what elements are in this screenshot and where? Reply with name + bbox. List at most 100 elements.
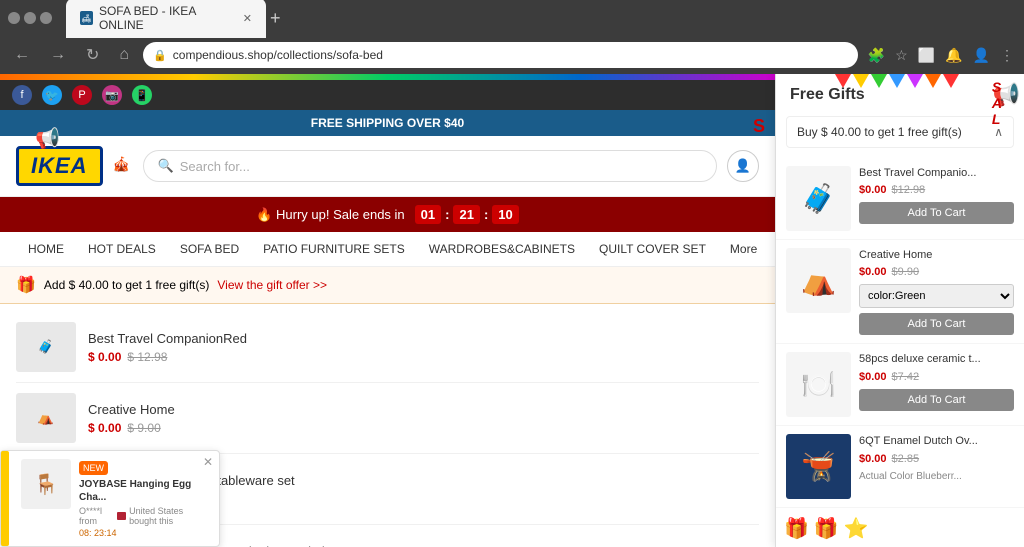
chevron-up-icon[interactable]: ∧ — [994, 125, 1003, 139]
list-item: 🧳 Best Travel CompanionRed $ 0.00 $ 12.9… — [16, 312, 759, 383]
nav-quilt[interactable]: QUILT COVER SET — [587, 232, 718, 266]
free-gifts-panel: 📢 SALE Free Gifts Buy $ 40.00 to get 1 f… — [775, 74, 1024, 547]
add-to-cart-button-1[interactable]: Add To Cart — [859, 202, 1014, 224]
forward-button[interactable]: → — [44, 44, 72, 66]
pinterest-icon[interactable]: P — [72, 85, 92, 105]
notif-close-button[interactable]: ✕ — [203, 455, 213, 469]
bottom-gift-icon-1: 🎁 — [784, 516, 809, 541]
gift-item-3: 🍽️ 58pcs deluxe ceramic t... $0.00 $7.42… — [776, 344, 1024, 426]
notif-country-text: United States bought this — [129, 506, 209, 526]
bookmark-icon[interactable]: ☆ — [893, 45, 910, 66]
refresh-button[interactable]: ↻ — [80, 43, 105, 67]
search-bar[interactable]: 🔍 Search for... — [143, 150, 717, 182]
list-item: ⛺ Creative Home $ 0.00 $ 9.00 — [16, 383, 759, 454]
purchase-notification: 🪑 NEW JOYBASE Hanging Egg Cha... O****l … — [0, 450, 220, 547]
gift-price-2: $0.00 $9.90 — [859, 266, 1014, 278]
gift-thumb-4: 🫕 — [786, 434, 851, 499]
gift-price-old-1: $12.98 — [892, 184, 926, 196]
notif-detail: O****l from United States bought this — [79, 506, 209, 526]
back-button[interactable]: ← — [8, 44, 36, 66]
gift-item-1: 🧳 Best Travel Companio... $0.00 $12.98 A… — [776, 158, 1024, 240]
price-new-2: $ 0.00 — [88, 421, 121, 435]
confetti-left-icon: 🎪 — [113, 156, 133, 176]
minimize-button[interactable] — [8, 12, 20, 24]
profile-icon[interactable]: 👤 — [971, 45, 992, 66]
promo-bar: FREE SHIPPING OVER $40 — [0, 110, 775, 136]
luggage-gift-icon: 🧳 — [801, 182, 836, 215]
product-price-1: $ 0.00 $ 12.98 — [88, 350, 759, 364]
nav-wardrobes[interactable]: WARDROBES&CABINETS — [417, 232, 587, 266]
panel-title-text: Free Gifts — [790, 86, 865, 103]
facebook-icon[interactable]: f — [12, 85, 32, 105]
home-button[interactable]: ⌂ — [113, 44, 135, 66]
instagram-icon[interactable]: 📷 — [102, 85, 122, 105]
gift-price-new-1: $0.00 — [859, 184, 887, 196]
luggage-icon: 🧳 — [38, 339, 54, 355]
gift-name-1: Best Travel Companio... — [859, 166, 1014, 180]
gift-info-2: Creative Home $0.00 $9.90 color:Green Ad… — [859, 248, 1014, 335]
maximize-button[interactable] — [24, 12, 36, 24]
gift-offer-text: Add $ 40.00 to get 1 free gift(s) — [44, 278, 209, 292]
website-frame: f 🐦 P 📷 📱 FREE SHIPPING OVER $40 IKEA 🎪 … — [0, 74, 775, 547]
gift-price-3: $0.00 $7.42 — [859, 371, 1014, 383]
site-logo[interactable]: IKEA — [16, 146, 103, 186]
panel-buy-requirement: Buy $ 40.00 to get 1 free gift(s) ∧ — [786, 116, 1014, 148]
notif-product-title: JOYBASE Hanging Egg Cha... — [79, 478, 209, 504]
logo-text: IKEA — [31, 153, 88, 178]
gift-price-old-2: $9.90 — [892, 266, 920, 278]
gift-info-4: 6QT Enamel Dutch Ov... $0.00 $2.85 Actua… — [859, 434, 1014, 481]
notifications-icon[interactable]: 🔔 — [943, 45, 964, 66]
add-to-cart-button-2[interactable]: Add To Cart — [859, 313, 1014, 335]
gift-thumb-2: ⛺ — [786, 248, 851, 313]
nav-hot-deals[interactable]: HOT DEALS — [76, 232, 168, 266]
whatsapp-icon[interactable]: 📱 — [132, 85, 152, 105]
close-button[interactable] — [40, 12, 52, 24]
panel-bottom-decoration: 🎁 🎁 ⭐ — [776, 508, 1024, 547]
gift-item-2: ⛺ Creative Home $0.00 $9.90 color:Green … — [776, 240, 1024, 344]
extensions-icon[interactable]: 🧩 — [866, 45, 887, 66]
gift-name-3: 58pcs deluxe ceramic t... — [859, 352, 1014, 366]
browser-tab[interactable]: 🛋 SOFA BED - IKEA ONLINE ✕ — [66, 0, 266, 38]
tent-gift-icon: ⛺ — [801, 264, 836, 297]
gift-price-new-2: $0.00 — [859, 266, 887, 278]
product-name-1[interactable]: Best Travel CompanionRed — [88, 331, 759, 346]
search-icon: 🔍 — [158, 158, 174, 174]
nav-sofa-bed[interactable]: SOFA BED — [168, 232, 251, 266]
timer-hours: 01 — [415, 205, 441, 224]
timer-seconds: 10 — [492, 205, 518, 224]
gift-offer-link[interactable]: View the gift offer >> — [217, 278, 327, 292]
product-name-2[interactable]: Creative Home — [88, 402, 759, 417]
site-header: IKEA 🎪 🔍 Search for... 👤 — [0, 136, 775, 197]
dutch-oven-gift-icon: 🫕 — [801, 450, 836, 483]
user-account-button[interactable]: 👤 — [727, 150, 759, 182]
twitter-icon[interactable]: 🐦 — [42, 85, 62, 105]
add-to-cart-button-3[interactable]: Add To Cart — [859, 389, 1014, 411]
nav-more[interactable]: More — [718, 232, 769, 266]
tab-title: SOFA BED - IKEA ONLINE — [99, 4, 233, 32]
menu-icon[interactable]: ⋮ — [998, 45, 1016, 66]
notif-badge-text: NEW — [83, 463, 104, 473]
nav-patio-furniture[interactable]: PATIO FURNITURE SETS — [251, 232, 417, 266]
cast-icon[interactable]: ⬜ — [916, 45, 937, 66]
product-info-1: Best Travel CompanionRed $ 0.00 $ 12.98 — [88, 331, 759, 364]
gift-name-2: Creative Home — [859, 248, 1014, 262]
notif-accent-bar — [1, 451, 9, 546]
usa-flag-icon — [117, 512, 127, 520]
nav-home[interactable]: HOME — [16, 232, 76, 266]
sale-timer: 01 : 21 : 10 — [415, 205, 519, 224]
gift-price-4: $0.00 $2.85 — [859, 453, 1014, 465]
search-placeholder: Search for... — [180, 159, 250, 174]
price-old-2: $ 9.00 — [127, 421, 160, 435]
window-controls — [8, 12, 52, 24]
promo-text: FREE SHIPPING OVER $40 — [311, 116, 464, 130]
tab-favicon: 🛋 — [80, 11, 93, 25]
gift-offer-bar: 🎁 Add $ 40.00 to get 1 free gift(s) View… — [0, 267, 775, 304]
product-thumbnail-1: 🧳 — [16, 322, 76, 372]
gift-price-new-4: $0.00 — [859, 453, 887, 465]
gift-name-4: 6QT Enamel Dutch Ov... — [859, 434, 1014, 448]
tab-close-button[interactable]: ✕ — [243, 12, 252, 25]
new-tab-button[interactable]: + — [270, 8, 281, 29]
gift-price-old-3: $7.42 — [892, 371, 920, 383]
address-bar[interactable]: 🔒 compendious.shop/collections/sofa-bed — [143, 42, 858, 68]
color-select-2[interactable]: color:Green — [859, 284, 1014, 308]
